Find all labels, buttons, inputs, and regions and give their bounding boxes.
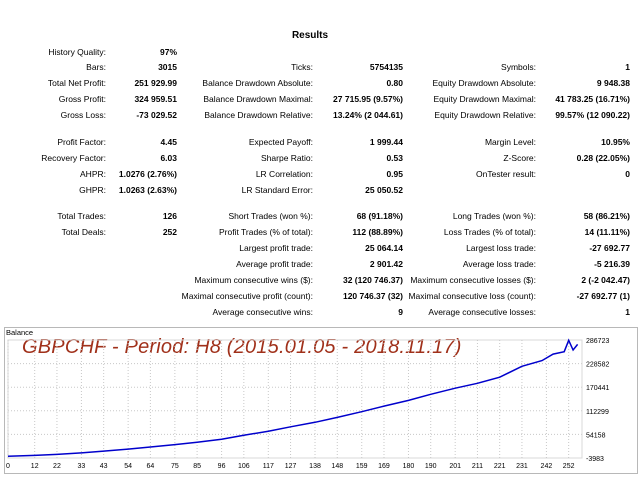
x-tick-label: 43 — [100, 463, 108, 470]
y-tick-label: 112299 — [586, 409, 609, 416]
x-tick-label: 12 — [31, 463, 39, 470]
x-tick-label: 252 — [563, 463, 575, 470]
x-tick-label: 54 — [124, 463, 132, 470]
x-tick-label: 75 — [171, 463, 179, 470]
y-tick-label: 54158 — [586, 432, 606, 439]
x-tick-label: 201 — [449, 463, 461, 470]
x-tick-label: 106 — [238, 463, 250, 470]
x-tick-label: 138 — [309, 463, 321, 470]
x-tick-label: 159 — [356, 463, 368, 470]
plot-frame — [7, 339, 583, 459]
balance-plot: 0 12 22 33 43 54 64 75 85 96 106 117 127 138 148 159 169… — [6, 338, 609, 470]
x-tick-label: 127 — [285, 463, 297, 470]
x-tick-label: 64 — [146, 463, 154, 470]
x-tick-label: 180 — [403, 463, 415, 470]
x-tick-label: 117 — [263, 463, 274, 470]
x-tick-label: 231 — [516, 463, 528, 470]
y-tick-label: 286723 — [586, 338, 609, 345]
x-tick-label: 22 — [53, 463, 61, 470]
x-tick-label: 221 — [494, 463, 506, 470]
y-tick-label: 170441 — [586, 385, 609, 392]
x-tick-label: 148 — [331, 463, 343, 470]
x-tick-label: 96 — [218, 463, 226, 470]
x-tick-label: 211 — [472, 463, 483, 470]
x-tick-label: 0 — [6, 463, 10, 470]
x-tick-label: 85 — [193, 463, 201, 470]
x-tick-label: 190 — [425, 463, 437, 470]
balance-series-line — [7, 338, 579, 457]
x-tick-label: 169 — [378, 463, 390, 470]
x-tick-label: 242 — [541, 463, 553, 470]
x-tick-label: 33 — [78, 463, 86, 470]
y-tick-label: -3983 — [586, 456, 604, 463]
y-tick-label: 228582 — [586, 362, 609, 369]
